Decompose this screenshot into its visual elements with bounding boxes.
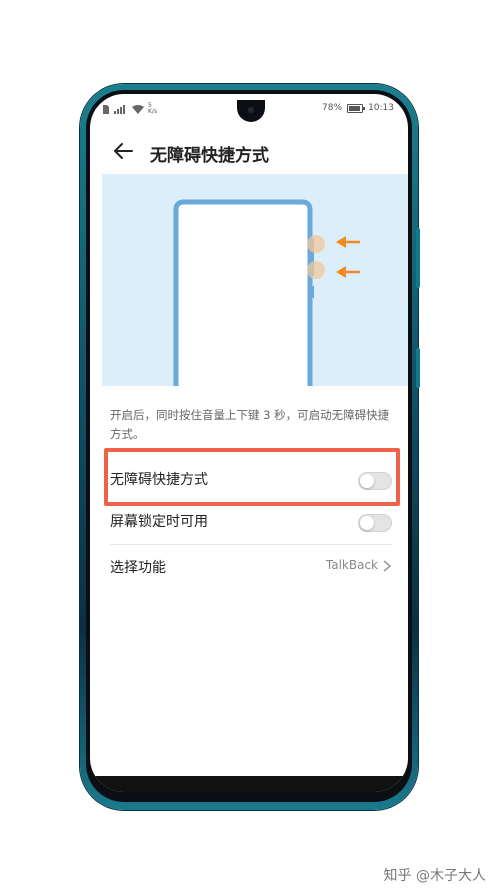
- screen-bottom-edge: [90, 776, 408, 792]
- status-left: 5 K/s: [102, 103, 157, 115]
- front-camera: [246, 105, 256, 115]
- setting-row-select-function[interactable]: 选择功能 TalkBack: [110, 546, 392, 588]
- signal-icon: [114, 104, 125, 114]
- header: 无障碍快捷方式: [90, 132, 408, 172]
- arrow-icon: [336, 266, 360, 278]
- lock-screen-toggle[interactable]: [358, 514, 392, 532]
- clock: 10:13: [368, 103, 394, 113]
- back-arrow-icon[interactable]: [112, 140, 134, 162]
- feature-description: 开启后，同时按住音量上下键 3 秒，可启动无障碍快捷方式。: [110, 408, 390, 441]
- phone-volume-buttons-illustration: [102, 174, 408, 386]
- battery-percent: 78%: [322, 103, 343, 113]
- setting-row-lock-screen[interactable]: 屏幕锁定时可用: [110, 500, 392, 542]
- volume-button: [416, 228, 420, 288]
- power-button: [416, 348, 420, 388]
- setting-value: TalkBack: [325, 558, 378, 572]
- highlight-box: [104, 448, 400, 506]
- page-title: 无障碍快捷方式: [150, 146, 269, 166]
- sim-icon: [103, 104, 109, 114]
- toggle-knob: [360, 516, 374, 530]
- camera-notch: [237, 100, 265, 122]
- arrow-icon: [336, 236, 360, 248]
- wifi-icon: [132, 104, 144, 114]
- screen-bezel: 5 K/s 78% 10:13 无障碍快捷方式 开启后，同时按住音量上下键 3 …: [86, 90, 412, 802]
- chevron-right-icon: [383, 560, 392, 572]
- status-right: 78% 10:13: [322, 103, 394, 113]
- status-bar: 5 K/s 78% 10:13: [90, 100, 408, 122]
- illustration-graphic: [173, 199, 360, 386]
- network-speed: 5 K/s: [148, 102, 158, 115]
- battery-icon: [347, 103, 366, 113]
- phone-screen: 5 K/s 78% 10:13 无障碍快捷方式 开启后，同时按住音量上下键 3 …: [90, 94, 408, 792]
- divider: [110, 544, 392, 545]
- watermark: 知乎 @木子大人: [383, 868, 486, 884]
- setting-label: 屏幕锁定时可用: [110, 514, 208, 530]
- setting-label: 选择功能: [110, 560, 166, 576]
